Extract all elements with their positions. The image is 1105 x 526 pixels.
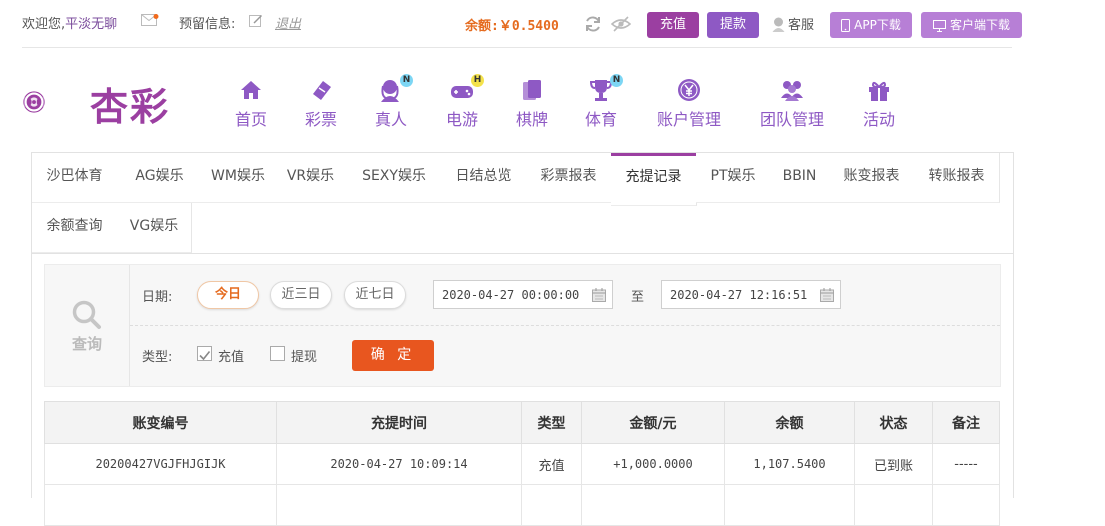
cell-type: 充值 [521,443,582,485]
check-icon [199,351,211,361]
mail-icon[interactable] [141,14,159,26]
recharge-option-label: 充值 [218,350,245,365]
report-panel: 沙巴体育 AG娱乐 WM娱乐 VR娱乐 SEXY娱乐 日结总览 彩票报表 充提记… [31,152,1014,526]
cell-balance: 1,107.5400 [724,443,855,485]
tab-deposit-withdraw-records[interactable]: 充提记录 [611,153,697,206]
start-date-input[interactable]: 2020-04-27 00:00:00 [433,280,613,309]
report-tabs: 沙巴体育 AG娱乐 WM娱乐 VR娱乐 SEXY娱乐 日结总览 彩票报表 充提记… [32,153,1013,254]
team-icon [781,81,803,101]
tab-vr[interactable]: VR娱乐 [274,153,348,203]
confirm-button[interactable]: 确 定 [352,340,434,371]
reserved-info-label: 预留信息: [179,17,236,32]
to-label: 至 [631,290,645,305]
col-balance: 余额 [724,401,855,444]
nav-chess-cards[interactable]: 棋牌 [514,76,550,130]
tab-lottery-report[interactable]: 彩票报表 [526,153,612,203]
gift-icon [869,81,889,101]
tab-transfer-report[interactable]: 转账报表 [914,153,1000,203]
recharge-checkbox[interactable] [197,346,212,361]
last-3-days-button[interactable]: 近三日 [270,281,332,309]
today-button[interactable]: 今日 [197,281,259,309]
withdraw-button[interactable]: 提款 [707,12,759,38]
cell-time: 2020-04-27 10:09:14 [276,443,522,485]
query-form: 查询 日期: 今日 近三日 近七日 2020-04-27 00:00:00 至 … [44,264,1001,387]
col-amount: 金额/元 [581,401,725,444]
cell-remark: ----- [932,443,1000,485]
search-icon [72,300,101,329]
tab-pt[interactable]: PT娱乐 [696,153,771,203]
tab-vg[interactable]: VG娱乐 [117,203,192,253]
brand-name: 杏彩 [90,84,171,129]
tab-balance-query[interactable]: 余额查询 [32,203,118,253]
hide-balance-icon[interactable] [611,15,631,33]
form-row-divider [130,325,1000,326]
query-button[interactable]: 查询 [45,265,130,386]
cards-icon [523,80,541,100]
ticket-icon [313,81,331,100]
records-table: 账变编号 充提时间 类型 金额/元 余额 状态 备注 20200427VGJFH… [44,401,1000,526]
tab-saba-sports[interactable]: 沙巴体育 [32,153,118,203]
welcome-text: 欢迎您,平淡无聊 [22,17,118,32]
home-icon [241,81,261,99]
end-date-input[interactable]: 2020-04-27 12:16:51 [661,280,841,309]
col-time: 充提时间 [276,401,522,444]
yen-coin-icon [678,79,700,101]
nav-account-management[interactable]: 账户管理 [655,76,723,130]
nav-promotions[interactable]: 活动 [861,76,897,130]
tab-wm[interactable]: WM娱乐 [202,153,275,203]
nav-sports[interactable]: N 体育 [583,74,623,130]
refresh-icon[interactable] [584,15,602,33]
nav-lottery[interactable]: 彩票 [303,76,339,130]
phone-icon [841,19,851,32]
app-download-button[interactable]: APP下载 [830,12,912,38]
top-bar: 欢迎您,平淡无聊 预留信息: 退出 余额:￥0.5400 充值 提款 客服 AP… [0,0,1105,48]
topbar-divider [22,47,1012,48]
col-transaction-id: 账变编号 [44,401,277,444]
col-type: 类型 [521,401,582,444]
nav-egames[interactable]: H 电游 [444,74,484,130]
tab-balance-change-report[interactable]: 账变报表 [829,153,915,203]
hot-badge: H [471,74,484,87]
tab-sexy[interactable]: SEXY娱乐 [347,153,442,203]
customer-service-link[interactable]: 客服 [772,14,814,33]
balance-display: 余额:￥0.5400 [465,19,559,34]
withdraw-checkbox[interactable] [270,346,285,361]
query-label: 查询 [71,335,102,353]
logout-link[interactable]: 退出 [275,13,301,32]
customer-service-icon [772,17,785,32]
brand-logo[interactable] [22,72,84,132]
new-badge: N [610,74,623,87]
col-remark: 备注 [932,401,1000,444]
tab-bbin[interactable]: BBIN [770,153,830,203]
nav-team-management[interactable]: 团队管理 [758,76,826,130]
tab-daily-overview[interactable]: 日结总览 [441,153,527,203]
calendar-icon[interactable] [592,288,606,302]
nav-home[interactable]: 首页 [233,76,269,130]
withdraw-option-label: 提现 [291,350,318,365]
calendar-icon[interactable] [820,288,834,302]
table-row: 20200427VGJFHJGIJK 2020-04-27 10:09:14 充… [44,443,1000,485]
table-row [44,484,1000,526]
cell-status: 已到账 [854,443,933,485]
cell-transaction-id: 20200427VGJFHJGIJK [44,443,277,485]
last-7-days-button[interactable]: 近七日 [344,281,406,309]
tab-ag[interactable]: AG娱乐 [117,153,203,203]
cell-amount: +1,000.0000 [581,443,725,485]
new-badge: N [400,74,413,87]
type-label: 类型: [142,350,173,365]
recharge-button[interactable]: 充值 [647,12,699,38]
monitor-icon [932,20,946,32]
username-link[interactable]: 平淡无聊 [65,17,117,32]
client-download-button[interactable]: 客户端下载 [921,12,1022,38]
date-label: 日期: [142,290,173,305]
nav-live[interactable]: N 真人 [373,74,413,130]
table-header-row: 账变编号 充提时间 类型 金额/元 余额 状态 备注 [44,401,1000,444]
edit-icon[interactable] [249,14,263,28]
col-status: 状态 [854,401,933,444]
